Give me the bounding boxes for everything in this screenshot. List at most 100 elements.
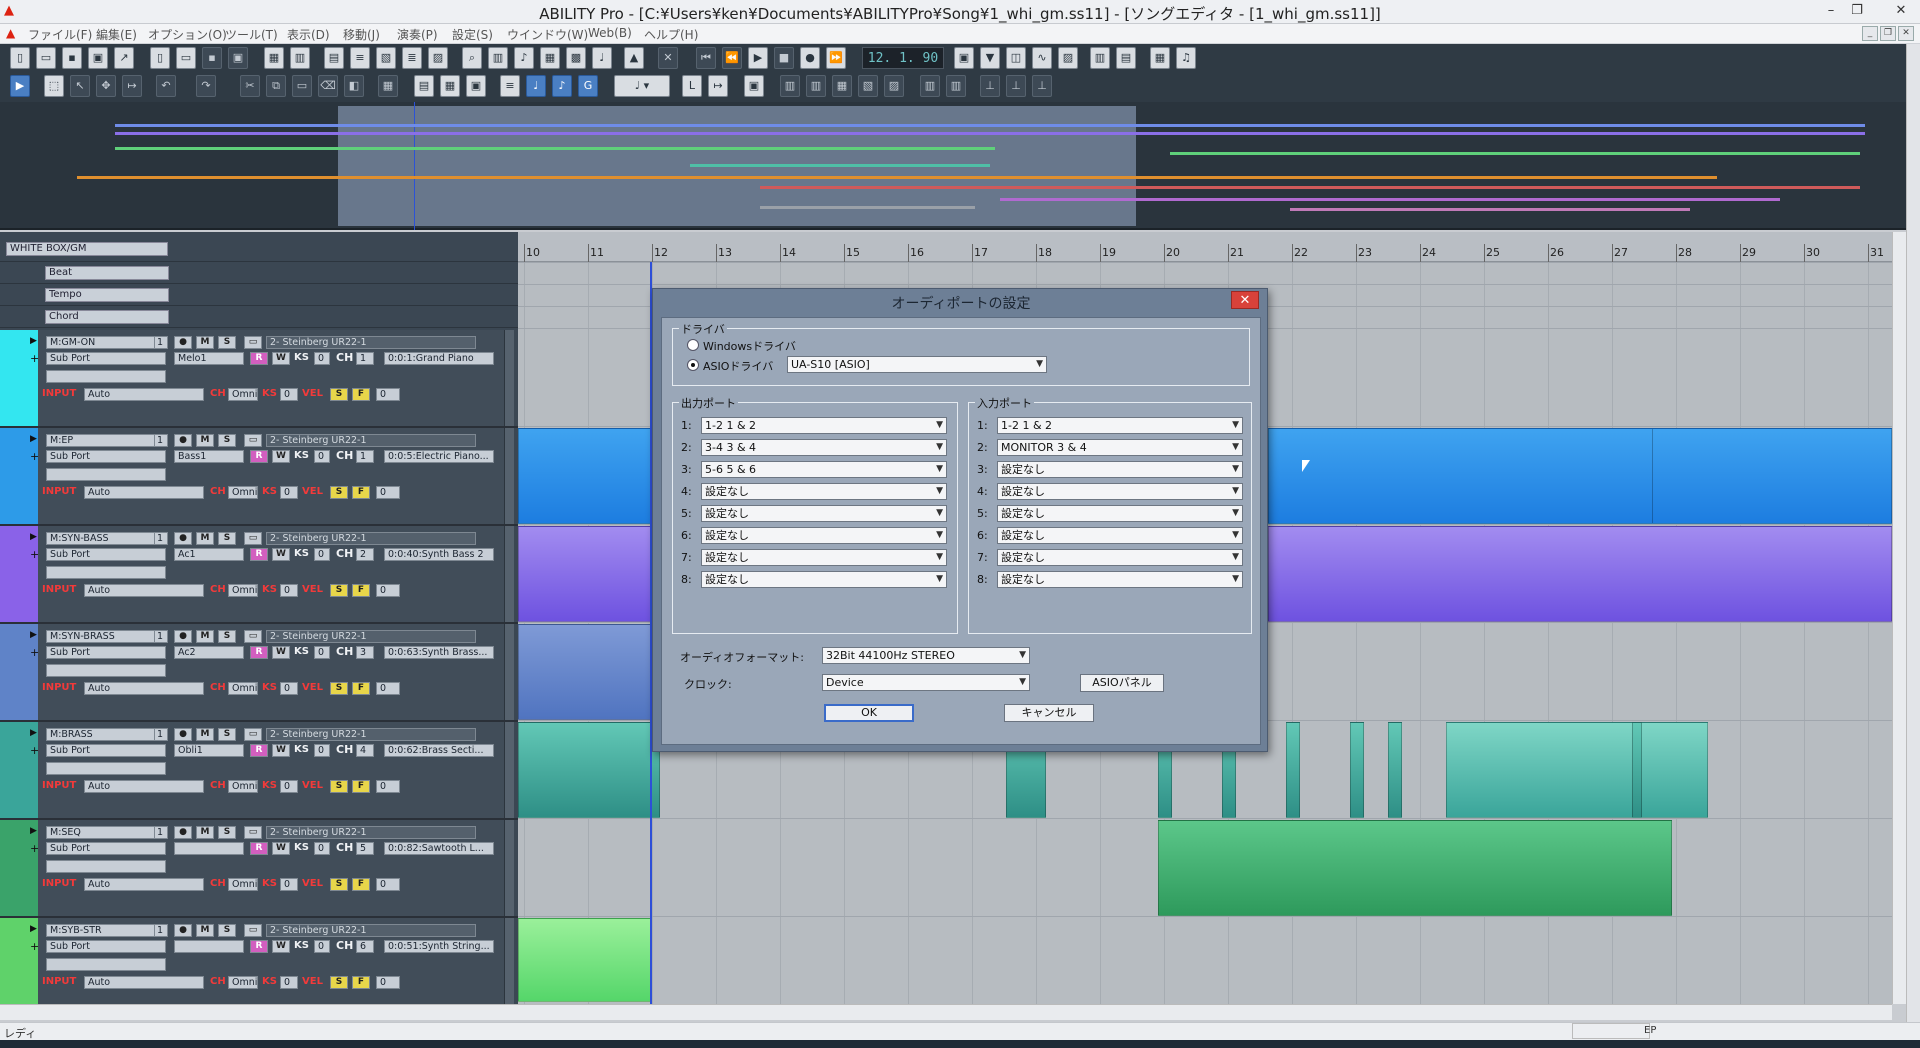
expand-triangle-icon[interactable]: ▶ [30, 630, 37, 640]
track-row[interactable]: ▶ + M:EP 1 ● M S ▭ 2- Steinberg UR22-1 S… [0, 428, 518, 526]
track-scroll[interactable] [504, 330, 514, 426]
input-port-select[interactable]: 設定なし ▼ [997, 483, 1243, 500]
input-port-select[interactable]: 設定なし ▼ [997, 549, 1243, 566]
grid-icon[interactable]: ▦ [1150, 47, 1170, 69]
midi-clip[interactable] [518, 918, 652, 1002]
menu-file[interactable]: ファイル(F) [28, 26, 92, 43]
track-name[interactable]: M:BRASS [46, 728, 166, 741]
track-type-icon[interactable]: ▭ [244, 924, 262, 937]
new-file-icon[interactable]: ▯ [10, 47, 30, 69]
menu-options[interactable]: オプション(O) [148, 26, 227, 43]
mute-button[interactable]: M [196, 728, 214, 741]
quantize-icon[interactable]: ▦ [378, 75, 398, 97]
comment-field[interactable] [46, 762, 166, 775]
solo-button[interactable]: S [218, 336, 236, 349]
marker-icon[interactable]: ▥ [920, 75, 940, 97]
song-module-label[interactable]: WHITE BOX/GM [6, 242, 168, 256]
move-icon[interactable]: ✥ [96, 75, 116, 97]
output-port[interactable]: 2- Steinberg UR22-1 [266, 728, 476, 741]
track-type-icon[interactable]: ▭ [244, 728, 262, 741]
doc-restore-icon[interactable]: ❐ [1880, 26, 1896, 41]
key-shift-value[interactable]: 0 [314, 940, 330, 953]
guitar-icon[interactable]: ♪ [514, 47, 534, 69]
w-button[interactable]: W [272, 450, 290, 463]
part-name[interactable]: Ac1 [174, 548, 244, 561]
beat-track-row[interactable]: Beat [0, 262, 518, 284]
output-port[interactable]: 2- Steinberg UR22-1 [266, 434, 476, 447]
w-button[interactable]: W [272, 940, 290, 953]
r-button[interactable]: R [250, 352, 268, 365]
output-port[interactable]: 2- Steinberg UR22-1 [266, 924, 476, 937]
cancel-button[interactable]: キャンセル [1004, 704, 1094, 722]
part-name[interactable] [174, 940, 244, 953]
track-type-icon[interactable]: ▭ [244, 434, 262, 447]
menu-window[interactable]: ウインドウ(W) [507, 26, 588, 43]
velocity-value[interactable]: 0 [376, 878, 400, 891]
locator-next-icon[interactable]: ↦ [708, 75, 728, 97]
rewind-icon[interactable]: ⏪ [722, 47, 742, 69]
midi-clip[interactable] [518, 526, 652, 622]
w-button[interactable]: W [272, 548, 290, 561]
input-port-select[interactable]: 設定なし ▼ [997, 461, 1243, 478]
channel-value[interactable]: 6 [356, 940, 374, 953]
s-button[interactable]: S [330, 878, 348, 891]
split-icon[interactable]: ▧ [858, 75, 878, 97]
part-view-icon[interactable]: ▦ [440, 75, 460, 97]
output-port[interactable]: 2- Steinberg UR22-1 [266, 532, 476, 545]
input-port-select[interactable]: 設定なし ▼ [997, 571, 1243, 588]
solo-button[interactable]: S [218, 826, 236, 839]
eraser-icon[interactable]: ◧ [344, 75, 364, 97]
mix-icon[interactable]: ▥ [1090, 47, 1110, 69]
midi-clip[interactable] [1158, 820, 1672, 916]
input-port-select[interactable]: 設定なし ▼ [997, 527, 1243, 544]
s-button[interactable]: S [330, 682, 348, 695]
search-icon[interactable]: ⌕ [462, 47, 482, 69]
track-name[interactable]: M:GM-ON [46, 336, 166, 349]
f-button[interactable]: F [352, 584, 370, 597]
program-name[interactable]: 0:0:5:Electric Piano... [384, 450, 494, 463]
export-icon[interactable]: ↗ [114, 47, 134, 69]
velocity-value[interactable]: 0 [376, 682, 400, 695]
input-port-select[interactable]: MONITOR 3 & 4 ▼ [997, 439, 1243, 456]
input-channel[interactable]: Omni [228, 976, 258, 989]
solo-button[interactable]: S [218, 434, 236, 447]
input-channel[interactable]: Omni [228, 584, 258, 597]
track-row[interactable]: ▶ + M:GM-ON 1 ● M S ▭ 2- Steinberg UR22-… [0, 330, 518, 428]
range-2-icon[interactable]: ⊥ [1006, 75, 1026, 97]
song-editor-icon[interactable]: ▦ [264, 47, 284, 69]
resize-icon[interactable]: ↦ [122, 75, 142, 97]
expand-triangle-icon[interactable]: ▶ [30, 532, 37, 542]
midi-clip[interactable] [518, 722, 660, 818]
track-scroll[interactable] [504, 722, 514, 818]
track-name[interactable]: M:EP [46, 434, 166, 447]
r-button[interactable]: R [250, 548, 268, 561]
ok-button[interactable]: OK [824, 704, 914, 722]
track-name[interactable]: M:SYN-BRASS [46, 630, 166, 643]
input-source[interactable]: Auto [84, 584, 204, 597]
chord-icon[interactable]: ▦ [540, 47, 560, 69]
f-button[interactable]: F [352, 486, 370, 499]
mute-button[interactable]: M [196, 924, 214, 937]
dialog-close-button[interactable]: ✕ [1231, 291, 1259, 309]
lyrics-editor-icon[interactable]: ≣ [402, 47, 422, 69]
mute-button[interactable]: M [196, 336, 214, 349]
loop-icon[interactable]: ✕ [658, 47, 678, 69]
program-name[interactable]: 0:0:62:Brass Secti... [384, 744, 494, 757]
r-button[interactable]: R [250, 450, 268, 463]
menu-view[interactable]: 表示(D) [287, 26, 330, 43]
track-view-icon[interactable]: ▤ [414, 75, 434, 97]
tempo-track-row[interactable]: Tempo [0, 284, 518, 306]
comment-field[interactable] [46, 370, 166, 383]
program-name[interactable]: 0:0:1:Grand Piano [384, 352, 494, 365]
track-name[interactable]: M:SYB-STR [46, 924, 166, 937]
s-button[interactable]: S [330, 388, 348, 401]
track-type-icon[interactable]: ▭ [244, 826, 262, 839]
output-port-select[interactable]: 設定なし ▼ [701, 571, 947, 588]
output-port-select[interactable]: 1-2 1 & 2 ▼ [701, 417, 947, 434]
midi-clip[interactable] [518, 428, 652, 524]
redo-icon[interactable]: ↷ [196, 75, 216, 97]
comment-field[interactable] [46, 566, 166, 579]
input-channel[interactable]: Omni [228, 388, 258, 401]
audio-icon[interactable]: ◫ [1006, 47, 1026, 69]
record-arm-icon[interactable]: ● [174, 434, 192, 447]
